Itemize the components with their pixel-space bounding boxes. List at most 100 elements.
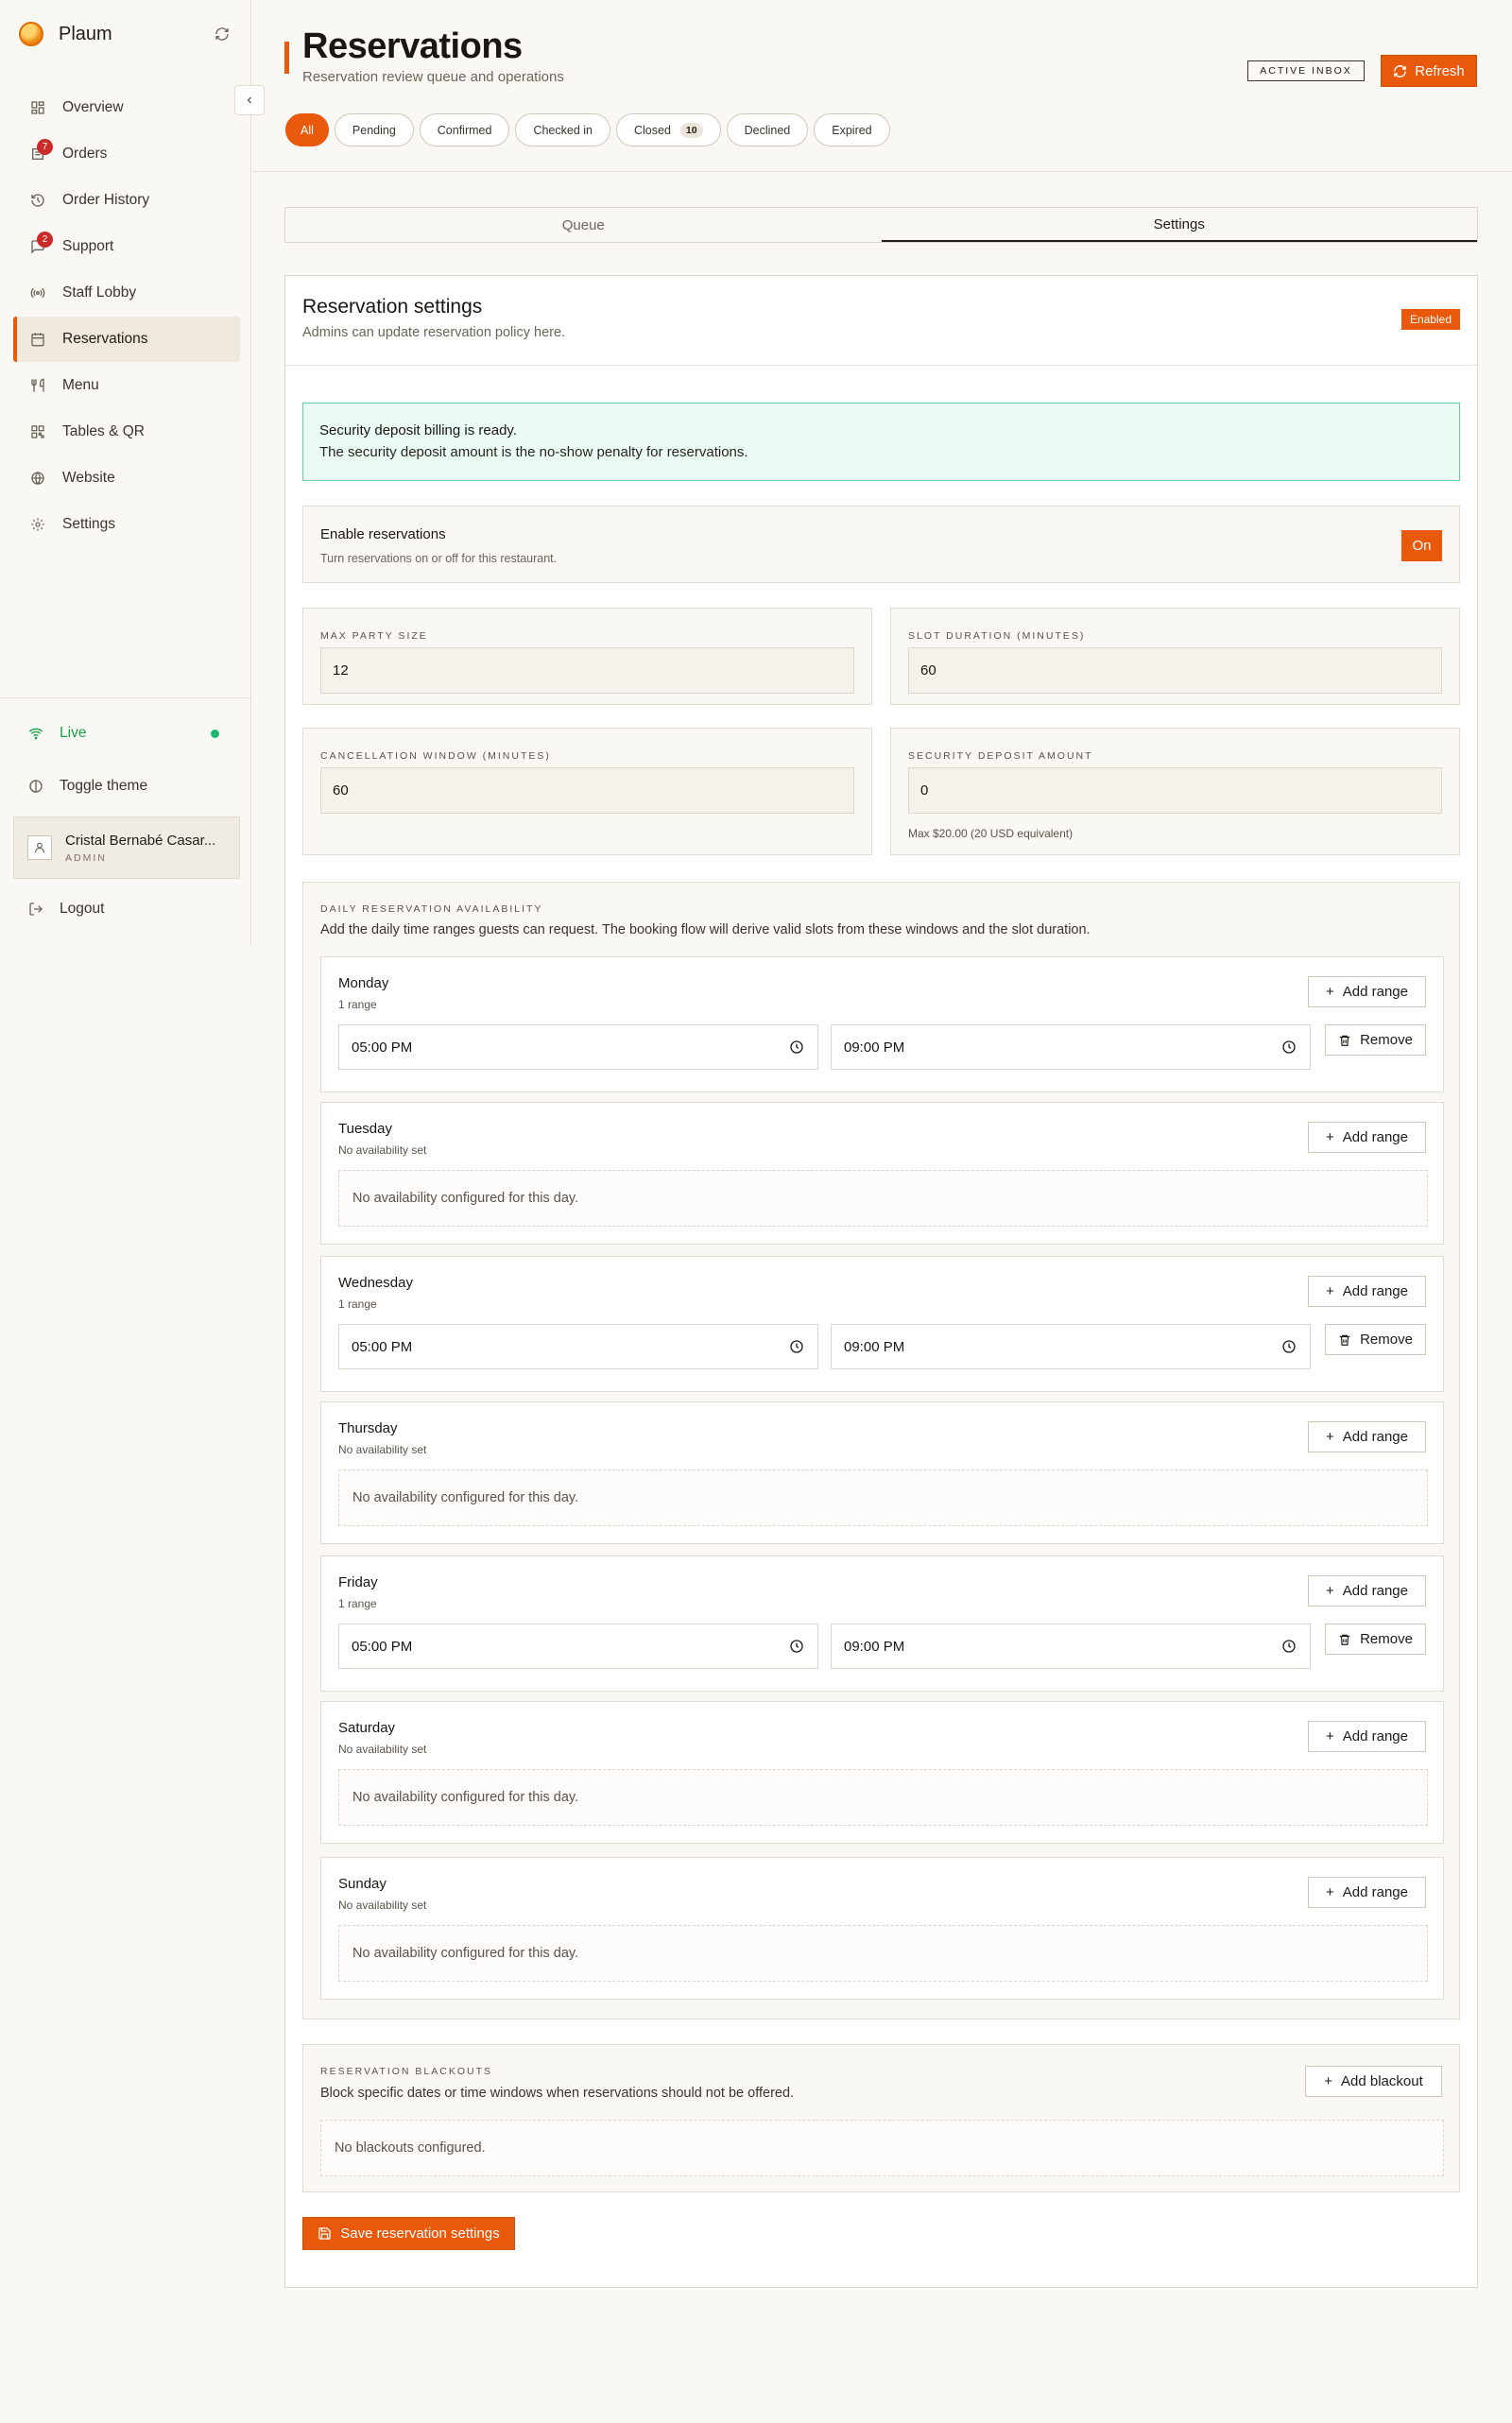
add-range-button[interactable]: + Add range (1308, 1421, 1426, 1452)
add-blackout-label: Add blackout (1341, 2073, 1423, 2089)
filter-closed[interactable]: Closed 10 (616, 113, 721, 146)
trash-icon (1338, 1034, 1351, 1047)
daily-availability-panel: DAILY RESERVATION AVAILABILITY Add the d… (302, 882, 1460, 2019)
sidebar-item-website[interactable]: Website (13, 455, 240, 501)
start-time-input[interactable]: 05:00 PM (338, 1024, 818, 1070)
plus-icon: + (1326, 1429, 1334, 1445)
sidebar-item-order-history[interactable]: Order History (13, 178, 240, 223)
day-summary: No availability set (338, 1743, 427, 1756)
empty-availability: No availability configured for this day. (338, 1170, 1428, 1227)
tab-settings[interactable]: Settings (881, 208, 1477, 242)
user-meta: Cristal Bernabé Casar... ADMIN (65, 833, 215, 864)
max-party-panel: MAX PARTY SIZE 12 (302, 608, 872, 705)
sidebar-item-label: Menu (62, 377, 99, 393)
add-blackout-button[interactable]: + Add blackout (1305, 2066, 1442, 2097)
availability-label: DAILY RESERVATION AVAILABILITY (320, 903, 543, 915)
sidebar-item-menu[interactable]: Menu (13, 363, 240, 408)
sync-icon[interactable] (212, 24, 232, 44)
sidebar-item-support[interactable]: 2 Support (13, 224, 240, 269)
clock-icon[interactable] (1281, 1639, 1297, 1654)
sidebar-item-orders[interactable]: 7 Orders (13, 131, 240, 177)
enable-title: Enable reservations (320, 526, 446, 542)
time-value: 09:00 PM (844, 1638, 905, 1655)
add-range-label: Add range (1342, 984, 1408, 1000)
plus-icon: + (1324, 2073, 1333, 2089)
day-summary: No availability set (338, 1143, 427, 1157)
sidebar-item-label: Website (62, 470, 115, 486)
alert-title: Security deposit billing is ready. (319, 422, 517, 438)
clock-icon[interactable] (789, 1639, 804, 1654)
security-deposit-input[interactable]: 0 (908, 767, 1442, 814)
sidebar-item-staff-lobby[interactable]: Staff Lobby (13, 270, 240, 316)
add-range-button[interactable]: + Add range (1308, 1276, 1426, 1307)
sidebar-item-tables-qr[interactable]: Tables & QR (13, 409, 240, 455)
sidebar-nav: Overview 7 Orders Order History 2 Suppor… (13, 85, 240, 548)
filter-expired[interactable]: Expired (814, 113, 890, 146)
max-party-input[interactable]: 12 (320, 647, 854, 694)
field-label: SECURITY DEPOSIT AMOUNT (908, 750, 1093, 762)
day-name: Tuesday (338, 1121, 392, 1137)
view-tabs: Queue Settings (284, 207, 1478, 243)
end-time-input[interactable]: 09:00 PM (831, 1024, 1311, 1070)
status-filters: All Pending Confirmed Checked in Closed 1… (285, 113, 890, 146)
add-range-button[interactable]: + Add range (1308, 1877, 1426, 1908)
user-card[interactable]: Cristal Bernabé Casar... ADMIN (13, 816, 240, 879)
logout-button[interactable]: Logout (28, 896, 104, 922)
end-time-input[interactable]: 09:00 PM (831, 1624, 1311, 1669)
utensils-icon (29, 377, 46, 394)
start-time-input[interactable]: 05:00 PM (338, 1324, 818, 1369)
sidebar-item-overview[interactable]: Overview (13, 85, 240, 130)
end-time-input[interactable]: 09:00 PM (831, 1324, 1311, 1369)
alert-text: The security deposit amount is the no-sh… (319, 444, 748, 460)
refresh-label: Refresh (1415, 62, 1465, 79)
slot-duration-input[interactable]: 60 (908, 647, 1442, 694)
remove-range-button[interactable]: Remove (1325, 1024, 1426, 1056)
user-role: ADMIN (65, 851, 107, 864)
support-count-badge: 2 (37, 232, 53, 248)
save-label: Save reservation settings (340, 2225, 500, 2242)
sidebar-item-label: Reservations (62, 331, 148, 347)
deposit-help-text: Max $20.00 (20 USD equivalent) (908, 827, 1074, 840)
blackouts-label: RESERVATION BLACKOUTS (320, 2066, 493, 2077)
toggle-theme-button[interactable]: Toggle theme (28, 773, 147, 799)
refresh-button[interactable]: Refresh (1381, 55, 1477, 87)
filter-pending[interactable]: Pending (334, 113, 414, 146)
add-range-button[interactable]: + Add range (1308, 1721, 1426, 1752)
blackouts-description: Block specific dates or time windows whe… (320, 2086, 795, 2101)
grid-icon (29, 99, 46, 116)
clock-icon[interactable] (1281, 1339, 1297, 1354)
sidebar-item-reservations[interactable]: Reservations (13, 317, 240, 362)
plus-icon: + (1326, 1129, 1334, 1145)
app-name: Plaum (59, 23, 112, 44)
remove-range-button[interactable]: Remove (1325, 1324, 1426, 1355)
save-icon (318, 2226, 332, 2241)
sidebar-item-settings[interactable]: Settings (13, 502, 240, 547)
slot-duration-panel: SLOT DURATION (MINUTES) 60 (890, 608, 1460, 705)
add-range-button[interactable]: + Add range (1308, 1575, 1426, 1607)
clock-icon[interactable] (1281, 1040, 1297, 1055)
cancellation-window-input[interactable]: 60 (320, 767, 854, 814)
remove-range-button[interactable]: Remove (1325, 1624, 1426, 1655)
filter-checked-in[interactable]: Checked in (515, 113, 610, 146)
save-settings-button[interactable]: Save reservation settings (302, 2217, 515, 2250)
clock-icon[interactable] (789, 1339, 804, 1354)
user-name: Cristal Bernabé Casar... (65, 832, 216, 849)
add-range-label: Add range (1342, 1884, 1408, 1900)
day-card-wednesday: Wednesday 1 range + Add range 05:00 PM 09… (320, 1256, 1444, 1392)
start-time-input[interactable]: 05:00 PM (338, 1624, 818, 1669)
add-range-button[interactable]: + Add range (1308, 1122, 1426, 1153)
filter-all[interactable]: All (285, 113, 329, 146)
filter-confirmed[interactable]: Confirmed (419, 113, 510, 146)
enable-toggle[interactable]: On (1401, 530, 1442, 561)
add-range-button[interactable]: + Add range (1308, 976, 1426, 1007)
enable-reservations-panel: Enable reservations Turn reservations on… (302, 506, 1460, 583)
day-summary: No availability set (338, 1899, 427, 1912)
live-label: Live (60, 725, 87, 741)
title-accent-bar (284, 42, 289, 74)
avatar (27, 835, 52, 860)
card-header: Reservation settings Admins can update r… (285, 276, 1477, 366)
tab-queue[interactable]: Queue (285, 208, 882, 242)
clock-icon[interactable] (789, 1040, 804, 1055)
sidebar-item-label: Support (62, 238, 114, 254)
filter-declined[interactable]: Declined (726, 113, 809, 146)
